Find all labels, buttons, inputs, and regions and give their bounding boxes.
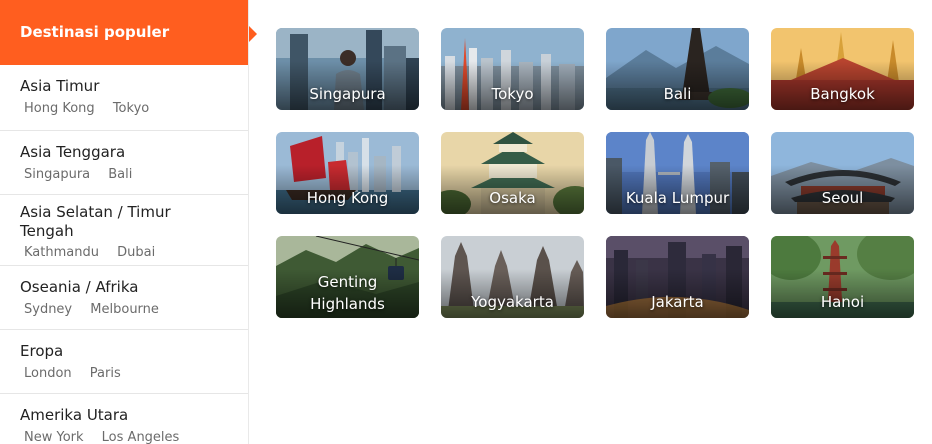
city-link[interactable]: Dubai <box>117 245 155 260</box>
region-cities: London Paris <box>20 366 248 381</box>
region-cities: Sydney Melbourne <box>20 302 248 317</box>
region-item-southeast-asia[interactable]: Asia Tenggara Singapura Bali <box>0 131 248 195</box>
destination-label: Hong Kong <box>306 189 389 207</box>
city-link[interactable]: Sydney <box>24 302 72 317</box>
destination-label: Tokyo <box>491 85 534 103</box>
destination-grid: Singapura Tokyo Bali Bangkok Hong Kong O… <box>276 28 914 318</box>
region-title: Asia Tenggara <box>20 143 126 161</box>
popular-destinations-header[interactable]: Destinasi populer <box>0 0 248 65</box>
city-link[interactable]: Melbourne <box>90 302 159 317</box>
city-link[interactable]: New York <box>24 430 84 444</box>
destination-card-bali[interactable]: Bali <box>606 28 749 110</box>
city-link[interactable]: Tokyo <box>113 101 149 116</box>
city-link[interactable]: Singapura <box>24 167 90 182</box>
region-item-south-asia-middle-east[interactable]: Asia Selatan / Timur Tengah Kathmandu Du… <box>0 195 248 266</box>
destination-card-osaka[interactable]: Osaka <box>441 132 584 214</box>
region-cities: Hong Kong Tokyo <box>20 101 248 116</box>
destination-label: Singapura <box>309 85 386 103</box>
region-cities: New York Los Angeles <box>20 430 248 444</box>
city-link[interactable]: Bali <box>108 167 132 182</box>
city-link[interactable]: Kathmandu <box>24 245 99 260</box>
destination-card-hong-kong[interactable]: Hong Kong <box>276 132 419 214</box>
region-title: Eropa <box>20 342 64 360</box>
destination-card-kuala-lumpur[interactable]: Kuala Lumpur <box>606 132 749 214</box>
destination-card-seoul[interactable]: Seoul <box>771 132 914 214</box>
destination-label: Hanoi <box>820 293 865 311</box>
region-title: Asia Timur <box>20 77 100 95</box>
region-item-oceania-africa[interactable]: Oseania / Afrika Sydney Melbourne <box>0 266 248 330</box>
region-item-north-america[interactable]: Amerika Utara New York Los Angeles <box>0 394 248 444</box>
destination-card-bangkok[interactable]: Bangkok <box>771 28 914 110</box>
destination-card-jakarta[interactable]: Jakarta <box>606 236 749 318</box>
city-link[interactable]: Paris <box>90 366 121 381</box>
destination-label: Kuala Lumpur <box>625 189 730 207</box>
destination-label: Yogyakarta <box>471 293 554 311</box>
destination-card-tokyo[interactable]: Tokyo <box>441 28 584 110</box>
destination-label: Genting Highlands <box>310 273 385 313</box>
destination-label: Osaka <box>489 189 536 207</box>
region-item-east-asia[interactable]: Asia Timur Hong Kong Tokyo <box>0 65 248 131</box>
destination-card-yogyakarta[interactable]: Yogyakarta <box>441 236 584 318</box>
region-item-europe[interactable]: Eropa London Paris <box>0 330 248 394</box>
city-link[interactable]: London <box>24 366 72 381</box>
region-cities: Kathmandu Dubai <box>20 245 248 260</box>
destination-card-genting-highlands[interactable]: Genting Highlands <box>276 236 419 318</box>
city-link[interactable]: Hong Kong <box>24 101 95 116</box>
region-title: Asia Selatan / Timur Tengah <box>20 203 171 240</box>
region-cities: Singapura Bali <box>20 167 248 182</box>
destination-label: Bali <box>663 85 692 103</box>
destination-label: Seoul <box>821 189 864 207</box>
region-title: Oseania / Afrika <box>20 278 139 296</box>
region-sidebar: Destinasi populer Asia Timur Hong Kong T… <box>0 0 249 444</box>
active-arrow-indicator <box>249 26 257 42</box>
destination-label: Bangkok <box>810 85 875 103</box>
city-link[interactable]: Los Angeles <box>102 430 180 444</box>
destination-card-singapura[interactable]: Singapura <box>276 28 419 110</box>
region-title: Amerika Utara <box>20 406 129 424</box>
destination-label: Jakarta <box>651 293 704 311</box>
destination-card-hanoi[interactable]: Hanoi <box>771 236 914 318</box>
